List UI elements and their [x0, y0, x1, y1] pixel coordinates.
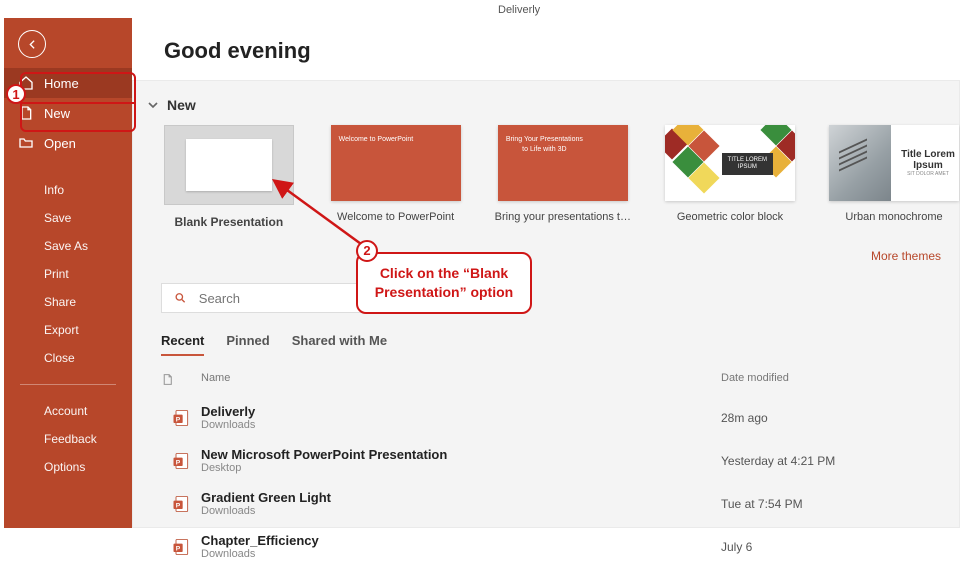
col-name: Name	[201, 372, 721, 390]
template-thumb: Welcome to PowerPoint	[331, 125, 461, 201]
annotation-step2-badge: 2	[356, 240, 378, 262]
file-header-icon	[161, 372, 174, 387]
annotation-step2-text: Click on the “Blank Presentation” option	[375, 265, 513, 300]
list-item[interactable]: P DeliverlyDownloads 28m ago	[161, 396, 959, 439]
section-new-header[interactable]: New	[145, 97, 959, 113]
template-welcome[interactable]: Welcome to PowerPoint Welcome to PowerPo…	[331, 125, 461, 229]
svg-text:P: P	[176, 502, 181, 509]
tab-pinned[interactable]: Pinned	[226, 333, 269, 356]
main-area: Good evening New Blank Presentation Welc…	[132, 18, 960, 528]
template-caption: Blank Presentation	[161, 215, 297, 229]
svg-text:P: P	[176, 545, 181, 552]
template-thumb: TITLE LOREMIPSUM	[665, 125, 795, 201]
template-strip: Blank Presentation Welcome to PowerPoint…	[133, 113, 959, 229]
nav-feedback[interactable]: Feedback	[4, 425, 132, 453]
greeting-heading: Good evening	[164, 38, 960, 64]
nav-label: Home	[44, 76, 79, 91]
svg-text:P: P	[176, 416, 181, 423]
list-header: Name Date modified	[161, 366, 959, 396]
col-date: Date modified	[721, 372, 789, 390]
list-item[interactable]: P New Microsoft PowerPoint PresentationD…	[161, 439, 959, 482]
template-3d[interactable]: Bring Your Presentationsto Life with 3D …	[495, 125, 631, 229]
section-new-label: New	[167, 97, 196, 113]
template-blank-presentation[interactable]: Blank Presentation	[161, 125, 297, 229]
template-geometric[interactable]: TITLE LOREMIPSUM Geometric color block	[665, 125, 795, 229]
back-button[interactable]	[18, 30, 46, 58]
tab-shared[interactable]: Shared with Me	[292, 333, 387, 356]
back-arrow-icon	[26, 38, 39, 51]
powerpoint-file-icon: P	[171, 451, 191, 471]
template-urban[interactable]: Title LoremIpsumSIT DOLOR AMET Urban mon…	[829, 125, 959, 229]
nav-share[interactable]: Share	[4, 288, 132, 316]
list-item[interactable]: P Gradient Green LightDownloads Tue at 7…	[161, 482, 959, 525]
template-thumb: Bring Your Presentationsto Life with 3D	[498, 125, 628, 201]
content-panel: New Blank Presentation Welcome to PowerP…	[132, 80, 960, 528]
nav-print[interactable]: Print	[4, 260, 132, 288]
folder-icon	[18, 135, 34, 151]
powerpoint-file-icon: P	[171, 494, 191, 514]
list-item[interactable]: P Chapter_EfficiencyDownloads July 6	[161, 525, 959, 568]
svg-text:P: P	[176, 459, 181, 466]
powerpoint-file-icon: P	[171, 537, 191, 557]
more-themes-link[interactable]: More themes	[871, 249, 941, 263]
annotation-step1-divider	[22, 102, 134, 104]
nav-save[interactable]: Save	[4, 204, 132, 232]
nav-save-as[interactable]: Save As	[4, 232, 132, 260]
chevron-down-icon	[145, 97, 161, 113]
search-icon	[174, 291, 187, 305]
nav-account[interactable]: Account	[4, 397, 132, 425]
annotation-step2-callout: 2 Click on the “Blank Presentation” opti…	[356, 252, 532, 314]
file-icon	[18, 105, 34, 121]
template-thumb	[164, 125, 294, 205]
recent-list: Name Date modified P DeliverlyDownloads …	[161, 366, 959, 568]
tab-recent[interactable]: Recent	[161, 333, 204, 356]
annotation-step1-badge: 1	[6, 84, 26, 104]
recent-file-hint: Deliverly	[498, 4, 540, 16]
nav-label: Open	[44, 136, 76, 151]
nav-options[interactable]: Options	[4, 453, 132, 481]
nav-open[interactable]: Open	[4, 128, 132, 158]
template-caption: Welcome to PowerPoint	[331, 211, 461, 223]
nav-close[interactable]: Close	[4, 344, 132, 372]
nav-label: New	[44, 106, 70, 121]
template-thumb: Title LoremIpsumSIT DOLOR AMET	[829, 125, 959, 201]
recent-tabs: Recent Pinned Shared with Me	[161, 333, 959, 356]
powerpoint-file-icon: P	[171, 408, 191, 428]
nav-info[interactable]: Info	[4, 176, 132, 204]
template-caption: Urban monochrome	[829, 211, 959, 223]
nav-export[interactable]: Export	[4, 316, 132, 344]
template-caption: Bring your presentations t…	[495, 211, 631, 223]
template-caption: Geometric color block	[665, 211, 795, 223]
